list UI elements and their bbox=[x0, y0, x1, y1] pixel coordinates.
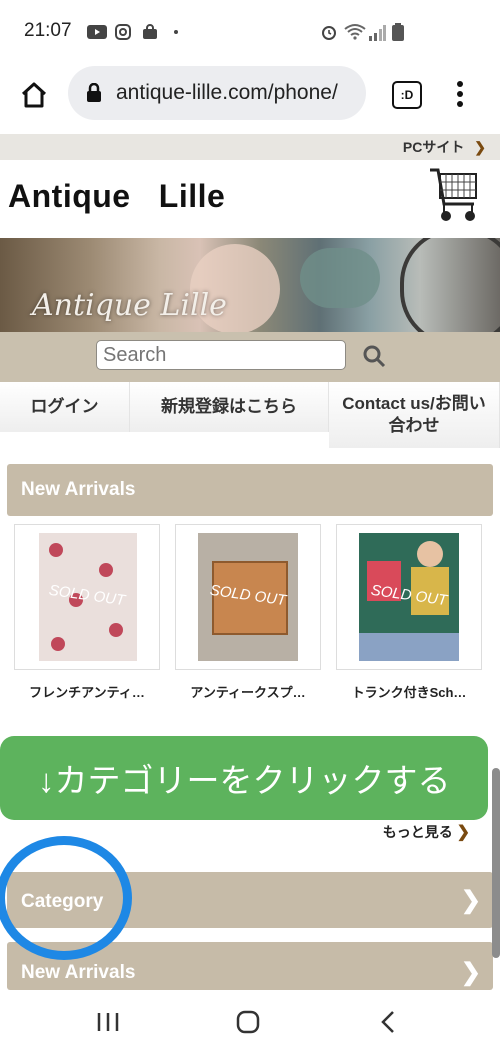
product-image[interactable]: SOLD OUT bbox=[336, 524, 482, 670]
status-time: 21:07 bbox=[24, 20, 72, 41]
chevron-right-icon: ❯ bbox=[456, 824, 470, 841]
product-card[interactable]: SOLD OUT フレンチアンティ… bbox=[14, 524, 160, 701]
chevron-right-icon: ❯ bbox=[460, 959, 481, 986]
product-card[interactable]: SOLD OUT アンティークスプ… bbox=[175, 524, 321, 701]
register-button[interactable]: 新規登録はこちら bbox=[130, 382, 329, 432]
scrollbar[interactable] bbox=[492, 768, 500, 958]
youtube-icon bbox=[87, 25, 107, 39]
wifi-icon bbox=[344, 24, 366, 40]
home-button-icon[interactable] bbox=[236, 1010, 260, 1034]
product-card[interactable]: SOLD OUT トランク付きSch… bbox=[336, 524, 482, 701]
new-arrivals-header: New Arrivals bbox=[7, 464, 493, 516]
instagram-icon bbox=[115, 24, 131, 40]
tab-switcher-button[interactable]: :D bbox=[392, 81, 422, 109]
chevron-right-icon: ❯ bbox=[474, 139, 486, 155]
battery-icon bbox=[392, 23, 404, 41]
new-arrivals-section-title: New Arrivals bbox=[21, 962, 136, 983]
shopping-cart-icon[interactable] bbox=[428, 166, 482, 224]
chevron-right-icon: ❯ bbox=[460, 887, 481, 914]
banner-wire-basket bbox=[400, 238, 500, 332]
category-hint-banner: ↓カテゴリーをクリックする bbox=[0, 736, 488, 820]
see-more-link[interactable]: もっと見る ❯ bbox=[383, 822, 470, 842]
back-icon[interactable] bbox=[380, 1010, 396, 1034]
login-button[interactable]: ログイン bbox=[0, 382, 130, 432]
contact-button[interactable]: Contact us/お問い合わせ bbox=[329, 382, 500, 448]
see-more-label: もっと見る bbox=[382, 824, 453, 840]
search-input[interactable] bbox=[96, 340, 346, 370]
product-name[interactable]: アンティークスプ… bbox=[175, 682, 321, 701]
url-field[interactable]: antique-lille.com/phone/ bbox=[68, 66, 366, 120]
banner-title: Antique Lille bbox=[32, 288, 227, 323]
product-image[interactable]: SOLD OUT bbox=[14, 524, 160, 670]
system-navigation-bar bbox=[0, 990, 500, 1055]
alarm-icon bbox=[322, 26, 336, 40]
search-bar bbox=[0, 332, 500, 382]
new-arrivals-title: New Arrivals bbox=[21, 479, 136, 500]
recent-apps-icon[interactable] bbox=[96, 1012, 120, 1032]
notification-dot-icon bbox=[174, 30, 178, 34]
signal-icon bbox=[369, 25, 386, 41]
browser-toolbar: antique-lille.com/phone/ :D bbox=[0, 62, 500, 134]
highlight-circle bbox=[0, 836, 132, 960]
shopping-bag-icon bbox=[143, 24, 157, 39]
more-options-icon[interactable] bbox=[456, 80, 464, 108]
lock-icon bbox=[87, 83, 101, 102]
search-icon[interactable] bbox=[362, 344, 386, 368]
product-name[interactable]: フレンチアンティ… bbox=[14, 682, 160, 701]
banner-flowers bbox=[300, 248, 380, 308]
product-image[interactable]: SOLD OUT bbox=[175, 524, 321, 670]
url-text: antique-lille.com/phone/ bbox=[116, 81, 338, 104]
account-nav: ログイン 新規登録はこちら Contact us/お問い合わせ bbox=[0, 382, 500, 452]
pc-site-link[interactable]: PCサイト ❯ bbox=[403, 137, 486, 157]
pc-site-bar: PCサイト ❯ bbox=[0, 134, 500, 160]
site-logo[interactable]: Antique Lille bbox=[8, 178, 225, 215]
status-bar: 21:07 bbox=[0, 0, 500, 62]
home-icon[interactable] bbox=[20, 82, 48, 108]
product-name[interactable]: トランク付きSch… bbox=[336, 682, 482, 701]
pc-site-label: PCサイト bbox=[402, 139, 465, 155]
hero-banner: Antique Lille bbox=[0, 238, 500, 332]
